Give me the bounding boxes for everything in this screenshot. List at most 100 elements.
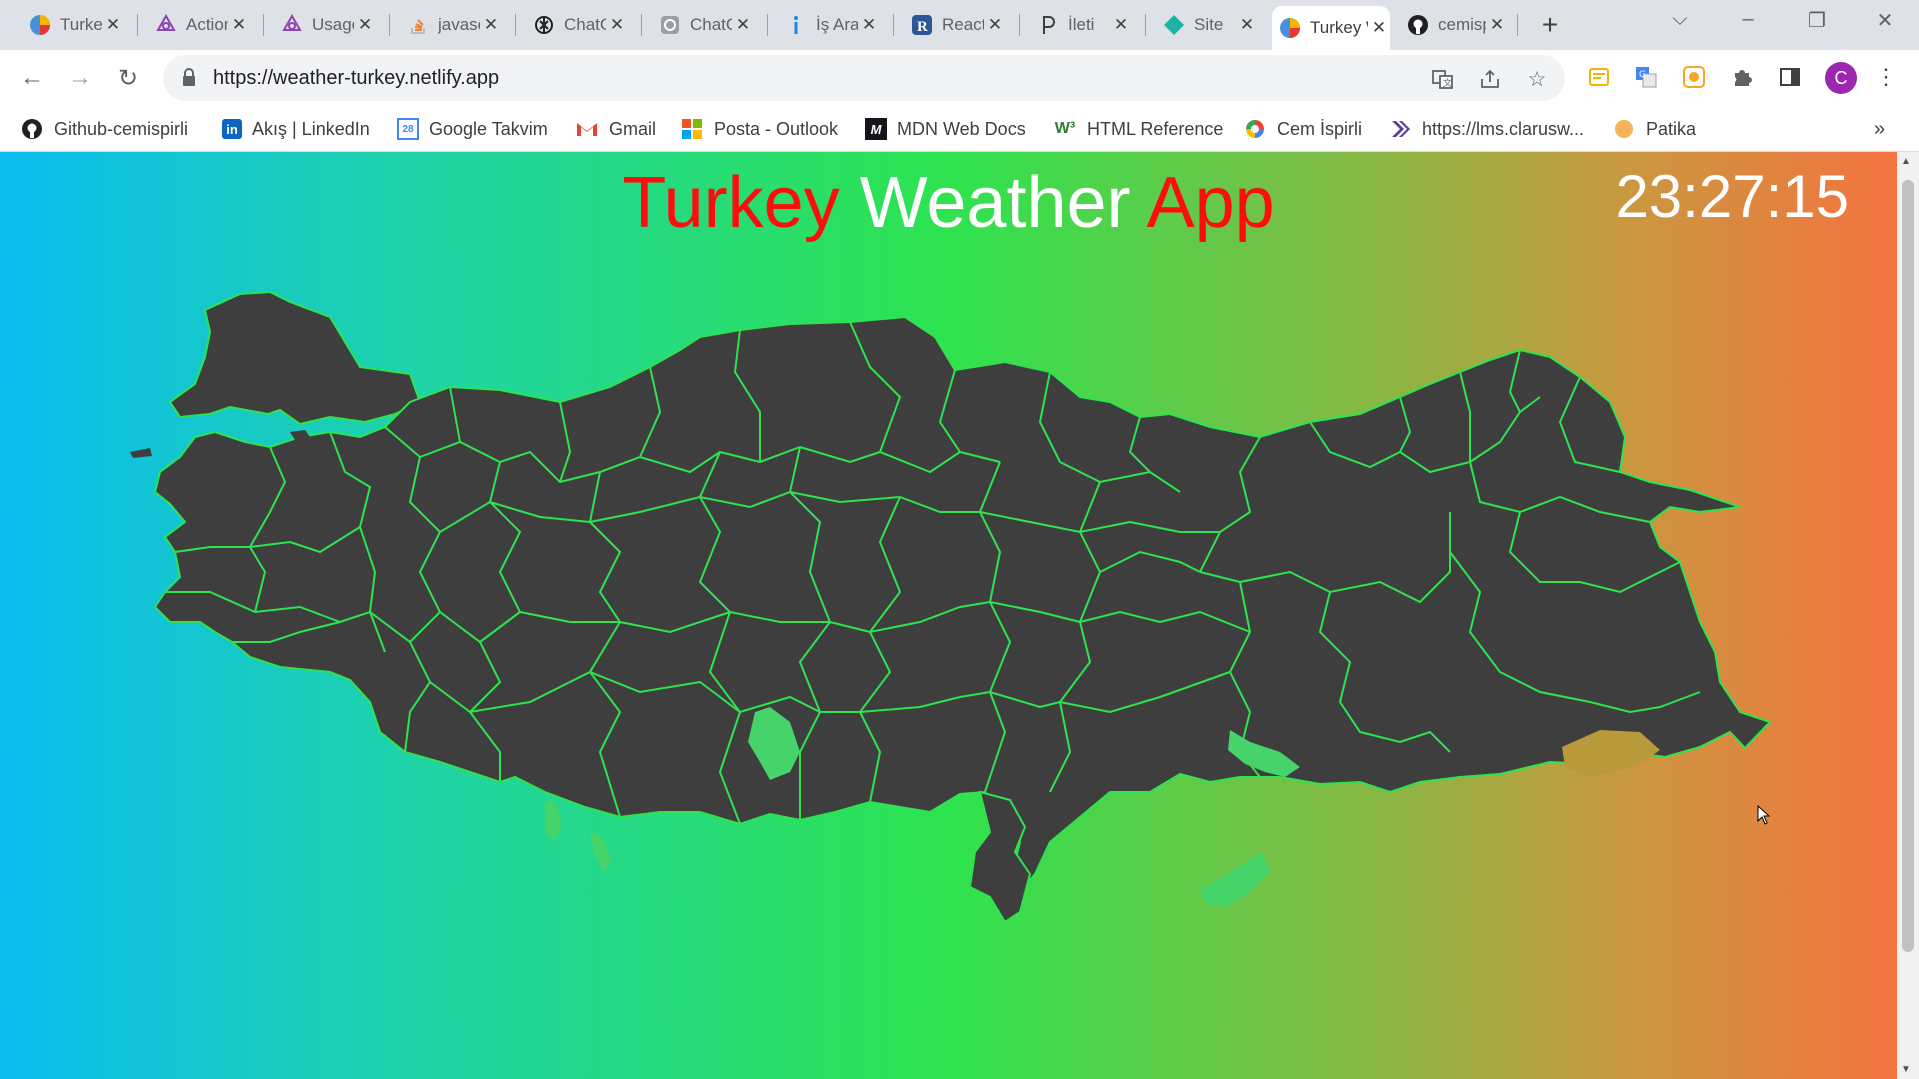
new-tab-button[interactable]: + (1534, 10, 1566, 40)
bookmark-label: Posta - Outlook (714, 118, 839, 139)
tab-1[interactable]: Turkey Weather App ✕ (22, 8, 124, 42)
profile-avatar[interactable]: C (1825, 62, 1857, 94)
tab-separator (1145, 14, 1146, 36)
close-icon[interactable]: ✕ (1368, 18, 1390, 38)
tab-separator (515, 14, 516, 36)
bookmark-patika[interactable]: Patika (1612, 115, 1696, 143)
bookmark-star-icon[interactable]: ☆ (1524, 66, 1550, 92)
svg-text:文: 文 (1443, 77, 1452, 89)
tab-separator (641, 14, 642, 36)
bookmark-label: Github-cemispirli (54, 118, 189, 139)
weather-app-page: Turkey Weather App 23:27:15 (0, 152, 1897, 1079)
tab-3[interactable]: Usage ✕ (274, 8, 376, 42)
tab-strip: Turkey Weather App ✕ Action ✕ Usage ✕ ja… (0, 0, 1919, 50)
bookmark-linkedin[interactable]: in Akış | LinkedIn (222, 115, 370, 143)
bookmark-label: MDN Web Docs (897, 118, 1026, 139)
tab-title: Usage (312, 15, 354, 34)
close-icon[interactable]: ✕ (732, 15, 754, 35)
close-icon[interactable]: ✕ (1236, 15, 1258, 35)
tab-6[interactable]: ChatGPT ✕ (652, 8, 754, 42)
lake-beysehir (545, 800, 562, 842)
tab-separator (1517, 14, 1518, 36)
tab-10[interactable]: Site ✕ (1156, 8, 1258, 42)
bookmark-google-calendar[interactable]: 28 Google Takvim (397, 115, 548, 143)
bookmark-outlook[interactable]: Posta - Outlook (680, 115, 838, 143)
back-arrow-icon[interactable]: ← (16, 62, 48, 94)
tab-title: İş Arama (816, 15, 858, 34)
reload-icon[interactable]: ↻ (112, 62, 144, 94)
extension-slides-icon[interactable] (1584, 62, 1614, 92)
tab-4[interactable]: javascript ✕ (400, 8, 502, 42)
stackoverflow-icon (406, 13, 430, 37)
page-scrollbar[interactable]: ▲ ▼ (1897, 152, 1919, 1079)
github-icon (20, 117, 44, 141)
bookmark-clarusway[interactable]: https://lms.clarusw... (1388, 115, 1584, 143)
menu-kebab-icon[interactable]: ⋮ (1871, 62, 1901, 92)
diamond-icon (1162, 13, 1186, 37)
bookmark-mdn[interactable]: M MDN Web Docs (865, 115, 1026, 143)
bookmark-gmail[interactable]: Gmail (575, 115, 656, 143)
gmail-icon (575, 117, 599, 141)
lock-icon[interactable] (181, 68, 197, 93)
close-icon[interactable]: ✕ (1486, 15, 1508, 35)
bookmark-label: https://lms.clarusw... (1422, 118, 1585, 139)
close-icon[interactable]: ✕ (1110, 15, 1132, 35)
svg-text:G: G (1639, 70, 1646, 80)
tab-11-active[interactable]: Turkey Weather App ✕ (1272, 6, 1390, 50)
mouse-cursor-icon (1757, 805, 1771, 825)
extension-translate-icon[interactable]: G (1631, 62, 1661, 92)
close-icon[interactable]: ✕ (984, 15, 1006, 35)
share-icon[interactable] (1477, 66, 1503, 92)
scrollbar-thumb[interactable] (1902, 180, 1914, 952)
bookmark-label: HTML Reference (1087, 118, 1224, 139)
browser-toolbar: ← → ↻ https://weather-turkey.netlify.app… (0, 50, 1919, 106)
tab-8[interactable]: R React ✕ (904, 8, 1006, 42)
kariyer-icon (784, 13, 808, 37)
close-icon[interactable]: ✕ (102, 15, 124, 35)
address-bar[interactable]: https://weather-turkey.netlify.app 文 ☆ (163, 55, 1565, 101)
tab-9[interactable]: İleti ✕ (1030, 8, 1132, 42)
bookmark-cem-ispirli[interactable]: Cem İspirli (1243, 115, 1362, 143)
tab-title: İleti (1068, 15, 1095, 34)
bookmarks-bar: Github-cemispirli in Akış | LinkedIn 28 … (0, 106, 1919, 152)
bookmark-github[interactable]: Github-cemispirli (20, 115, 188, 143)
close-icon[interactable]: ✕ (480, 15, 502, 35)
close-icon[interactable]: ✕ (606, 15, 628, 35)
translate-icon[interactable]: 文 (1430, 66, 1456, 92)
tab-separator (389, 14, 390, 36)
restore-button[interactable]: ❐ (1797, 8, 1837, 33)
tab-title: javascript (438, 15, 480, 34)
extension-orange-icon[interactable] (1679, 62, 1709, 92)
tab-title: cemispirli (1438, 15, 1486, 34)
tab-12[interactable]: cemispirli ✕ (1400, 8, 1508, 42)
w3-icon: W³ (1054, 120, 1076, 137)
tab-2[interactable]: Action ✕ (148, 8, 250, 42)
weather-app-icon (1278, 16, 1302, 40)
url-text[interactable]: https://weather-turkey.netlify.app (213, 67, 499, 90)
forward-arrow-icon[interactable]: → (64, 62, 96, 94)
close-icon[interactable]: ✕ (228, 15, 250, 35)
bookmark-html-reference[interactable]: W³ HTML Reference (1053, 115, 1224, 143)
bookmarks-overflow-icon[interactable]: » (1874, 118, 1885, 141)
bookmark-label: Gmail (609, 118, 657, 139)
minimize-button[interactable]: – (1728, 8, 1768, 31)
close-icon[interactable]: ✕ (858, 15, 880, 35)
tab-5[interactable]: ChatGPT ✕ (526, 8, 628, 42)
bookmark-label: Akış | LinkedIn (252, 118, 370, 139)
turkey-map (130, 290, 1772, 924)
close-icon[interactable]: ✕ (354, 15, 376, 35)
scroll-up-arrow-icon[interactable]: ▲ (1901, 156, 1911, 167)
side-panel-icon[interactable] (1775, 62, 1805, 92)
clarusway-icon (1388, 117, 1412, 141)
bookmark-label: Google Takvim (429, 118, 548, 139)
microsoft-icon (680, 117, 704, 141)
province-thrace[interactable] (168, 290, 422, 426)
extensions-puzzle-icon[interactable] (1727, 62, 1757, 92)
scroll-down-arrow-icon[interactable]: ▼ (1901, 1064, 1911, 1075)
close-window-button[interactable]: ✕ (1865, 8, 1905, 33)
tab-7[interactable]: İş Arama ✕ (778, 8, 880, 42)
react-r-icon: R (910, 13, 934, 37)
react-flow-icon (280, 13, 304, 37)
tab-title: Turkey Weather App (1310, 18, 1368, 37)
tab-search-chevron-icon[interactable]: ⌵ (1660, 8, 1700, 31)
